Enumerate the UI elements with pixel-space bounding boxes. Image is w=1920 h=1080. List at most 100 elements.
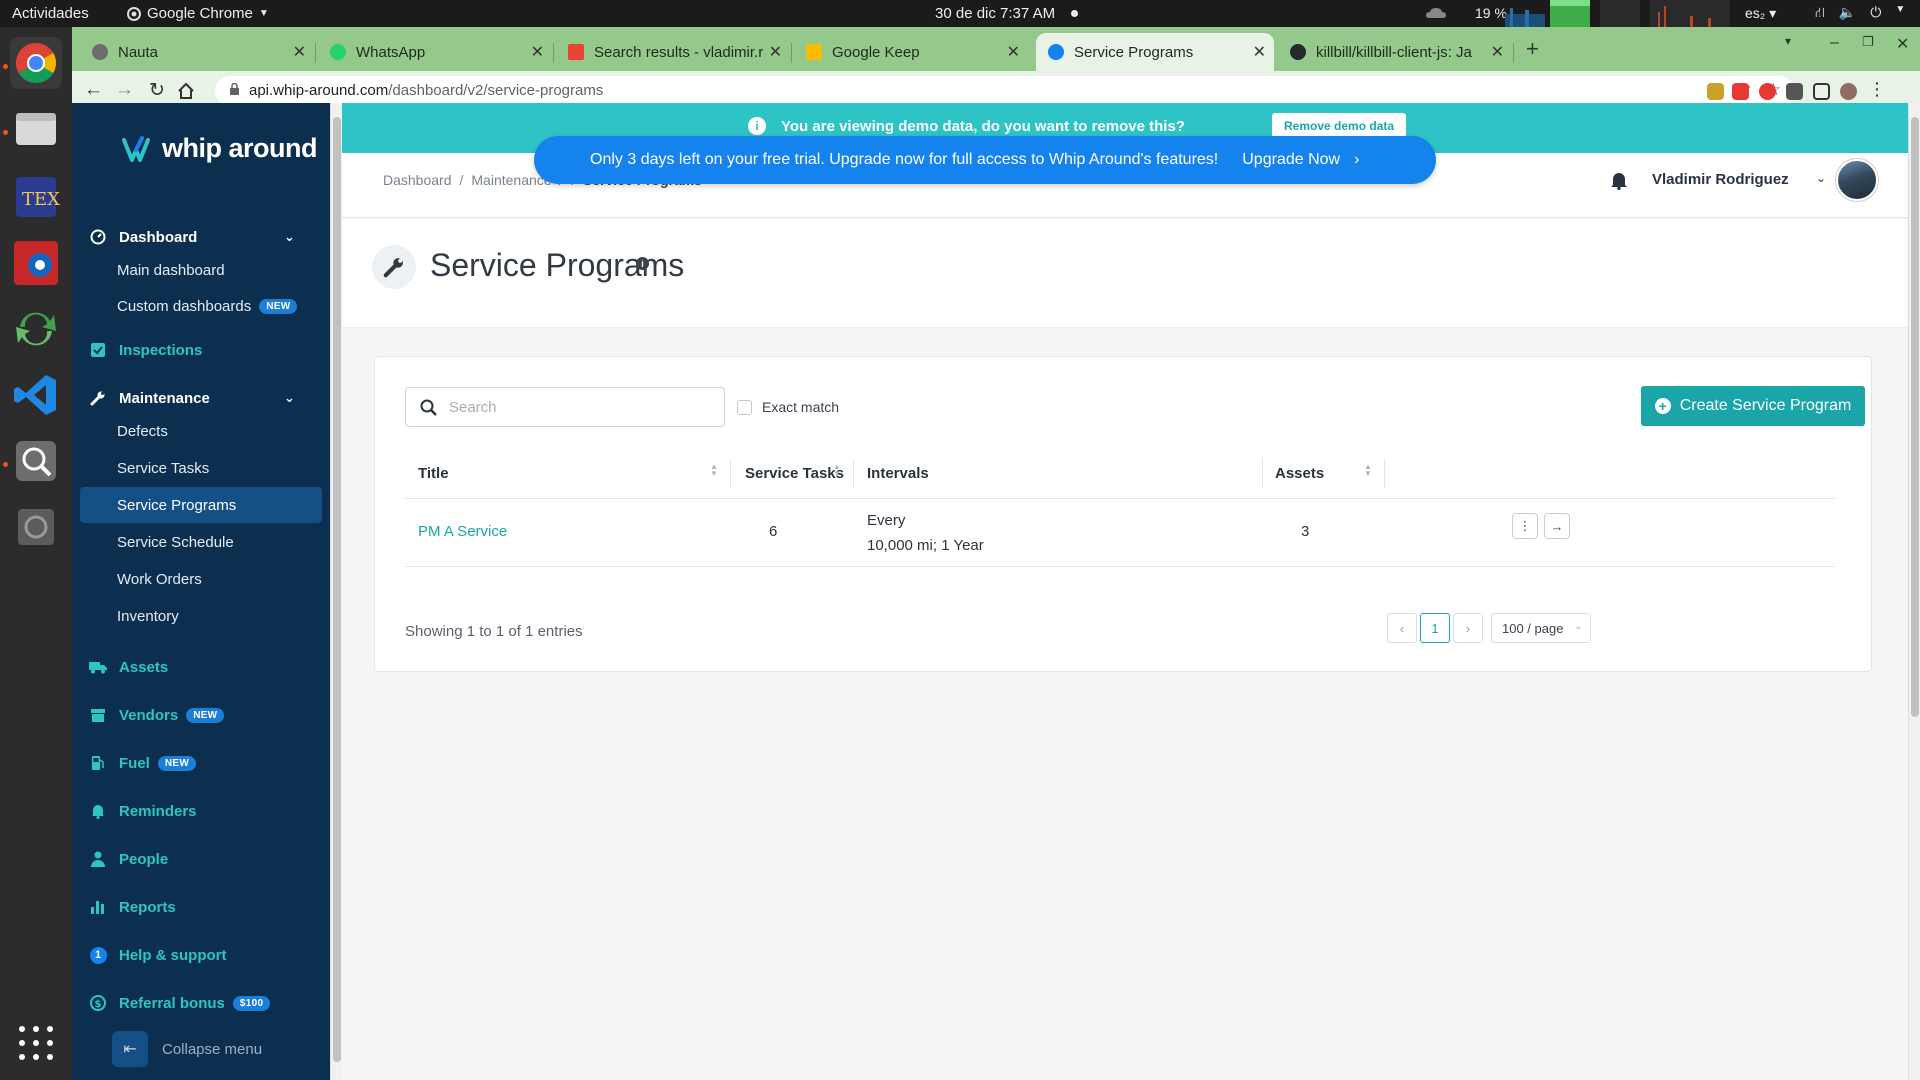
extension-icon[interactable] xyxy=(1732,83,1749,100)
nav-dashboard[interactable]: Dashboard ⌄ xyxy=(89,228,295,246)
whiparound-logo[interactable]: whip around xyxy=(122,133,317,164)
nav-service-schedule[interactable]: Service Schedule xyxy=(112,524,300,560)
nav-referral-bonus[interactable]: $ Referral bonus $100 xyxy=(89,994,271,1012)
nav-main-dashboard[interactable]: Main dashboard xyxy=(112,252,300,288)
sort-icon[interactable]: ▲ ▼ xyxy=(1364,463,1372,478)
close-icon[interactable]: ✕ xyxy=(769,42,782,62)
show-apps-icon[interactable] xyxy=(10,1017,62,1069)
nav-service-programs[interactable]: Service Programs xyxy=(80,487,322,523)
nav-custom-dashboards[interactable]: Custom dashboards NEW xyxy=(112,288,300,324)
activities-button[interactable]: Actividades xyxy=(12,5,89,22)
page-scrollbar[interactable] xyxy=(1908,103,1920,1080)
chrome-icon[interactable] xyxy=(10,37,62,89)
reload-icon[interactable]: ↻ xyxy=(149,79,165,102)
nav-reminders[interactable]: Reminders xyxy=(89,802,197,820)
prev-page-button[interactable]: ‹ xyxy=(1387,613,1417,643)
upgrade-now-link[interactable]: Upgrade Now xyxy=(1242,151,1340,169)
page-1-button[interactable]: 1 xyxy=(1420,613,1450,643)
restore-icon[interactable]: ❐ xyxy=(1862,34,1874,50)
close-icon[interactable]: ✕ xyxy=(293,42,306,62)
exact-match-checkbox[interactable]: Exact match xyxy=(737,399,839,415)
close-window-icon[interactable]: ✕ xyxy=(1896,34,1909,54)
sidepanel-icon[interactable] xyxy=(1813,83,1830,100)
nav-maintenance[interactable]: Maintenance ⌄ xyxy=(89,389,295,407)
address-bar[interactable]: api.whip-around.com/dashboard/v2/service… xyxy=(215,76,1795,106)
tab-google-keep[interactable]: Google Keep ✕ xyxy=(794,33,1028,71)
back-icon[interactable]: ← xyxy=(84,79,103,101)
tab-search-icon[interactable]: ▾ xyxy=(1785,34,1791,48)
user-name[interactable]: Vladimir Rodriguez xyxy=(1652,171,1789,188)
notifications-bell-icon[interactable] xyxy=(1610,170,1628,190)
vscode-icon[interactable] xyxy=(10,369,62,421)
trial-banner[interactable]: Only 3 days left on your free trial. Upg… xyxy=(534,136,1436,184)
new-tab-button[interactable]: + xyxy=(1526,36,1539,62)
scrollbar-thumb[interactable] xyxy=(333,117,341,1062)
arrow-right-icon[interactable]: → xyxy=(1544,513,1570,539)
avatar[interactable] xyxy=(1836,159,1878,201)
kebab-menu-icon[interactable]: ⋮ xyxy=(1868,79,1886,100)
scrollbar-thumb[interactable] xyxy=(1911,117,1919,717)
nav-maintenance-label: Maintenance xyxy=(119,389,210,407)
nav-people[interactable]: People xyxy=(89,850,168,868)
app-menu[interactable]: Google Chrome ▼ xyxy=(127,5,269,22)
disk-icon[interactable] xyxy=(10,501,62,553)
search-icon xyxy=(420,399,437,416)
sidebar: whip around Dashboard ⌄ Main dashboard C… xyxy=(72,103,330,1080)
search-input[interactable] xyxy=(449,398,699,416)
tab-nauta[interactable]: Nauta ✕ xyxy=(80,33,314,71)
tab-label: Nauta xyxy=(118,43,159,61)
close-icon[interactable]: ✕ xyxy=(1491,42,1504,62)
nav-inspections-label: Inspections xyxy=(119,341,203,359)
puzzle-icon[interactable] xyxy=(1786,83,1803,100)
forward-icon[interactable]: → xyxy=(115,79,134,101)
search-box[interactable] xyxy=(405,387,725,427)
breadcrumb-dashboard[interactable]: Dashboard xyxy=(383,172,452,188)
profile-icon[interactable] xyxy=(1840,83,1857,100)
minimize-icon[interactable]: – xyxy=(1830,34,1839,52)
keyboard-layout[interactable]: es₂ ▾ xyxy=(1745,5,1776,22)
nav-vendors[interactable]: Vendors NEW xyxy=(89,706,225,724)
nav-work-orders[interactable]: Work Orders xyxy=(112,561,300,597)
nav-inventory[interactable]: Inventory xyxy=(112,598,300,634)
column-service-tasks[interactable]: Service Tasks xyxy=(745,465,844,482)
truck-icon xyxy=(89,658,107,676)
nav-help-support[interactable]: 1 Help & support xyxy=(89,946,227,964)
info-icon[interactable]: i xyxy=(636,257,649,270)
tab-service-programs[interactable]: Service Programs ✕ xyxy=(1036,33,1274,71)
nav-reports[interactable]: Reports xyxy=(89,898,176,916)
files-icon[interactable] xyxy=(10,103,62,155)
nav-assets[interactable]: Assets xyxy=(89,658,168,676)
chevron-down-icon[interactable]: ⌄ xyxy=(1816,171,1826,185)
texstudio-icon[interactable]: TEX xyxy=(10,171,62,223)
sidebar-scrollbar[interactable] xyxy=(330,103,342,1080)
nav-service-tasks[interactable]: Service Tasks xyxy=(112,450,300,486)
tab-gmail[interactable]: Search results - vladimir.r ✕ xyxy=(556,33,790,71)
tab-whatsapp[interactable]: WhatsApp ✕ xyxy=(318,33,552,71)
column-assets[interactable]: Assets xyxy=(1275,465,1324,482)
clock[interactable]: 30 de dic 7:37 AM xyxy=(935,5,1055,22)
sort-icon[interactable]: ▲ ▼ xyxy=(710,463,718,478)
home-icon[interactable] xyxy=(177,82,195,100)
more-options-icon[interactable]: ⋮ xyxy=(1512,513,1538,539)
tab-github[interactable]: killbill/killbill-client-js: Ja ✕ xyxy=(1278,33,1512,71)
nav-inspections[interactable]: Inspections xyxy=(89,341,202,359)
close-icon[interactable]: ✕ xyxy=(1253,42,1266,62)
sync-icon[interactable] xyxy=(10,303,62,355)
create-service-program-button[interactable]: + Create Service Program xyxy=(1641,386,1865,426)
sort-icon[interactable]: ▲ ▼ xyxy=(833,463,841,478)
close-icon[interactable]: ✕ xyxy=(531,42,544,62)
collapse-menu[interactable]: ⇤ Collapse menu xyxy=(112,1031,262,1067)
next-page-button[interactable]: › xyxy=(1453,613,1483,643)
checkbox[interactable] xyxy=(737,399,752,415)
close-icon[interactable]: ✕ xyxy=(1007,42,1020,62)
nav-fuel[interactable]: Fuel NEW xyxy=(89,754,197,772)
system-tray[interactable]: ⛙ 🔈 ⏻ ▼ xyxy=(1815,4,1905,23)
extension-icon[interactable] xyxy=(1707,83,1724,100)
program-title-link[interactable]: PM A Service xyxy=(418,523,507,540)
per-page-select[interactable]: 100 / page ⌄ xyxy=(1491,613,1591,643)
extension-icon[interactable] xyxy=(1759,83,1776,100)
column-title[interactable]: Title xyxy=(418,465,449,482)
settings-app-icon[interactable] xyxy=(10,237,62,289)
nav-defects[interactable]: Defects xyxy=(112,413,300,449)
search-app-icon[interactable] xyxy=(10,435,62,487)
